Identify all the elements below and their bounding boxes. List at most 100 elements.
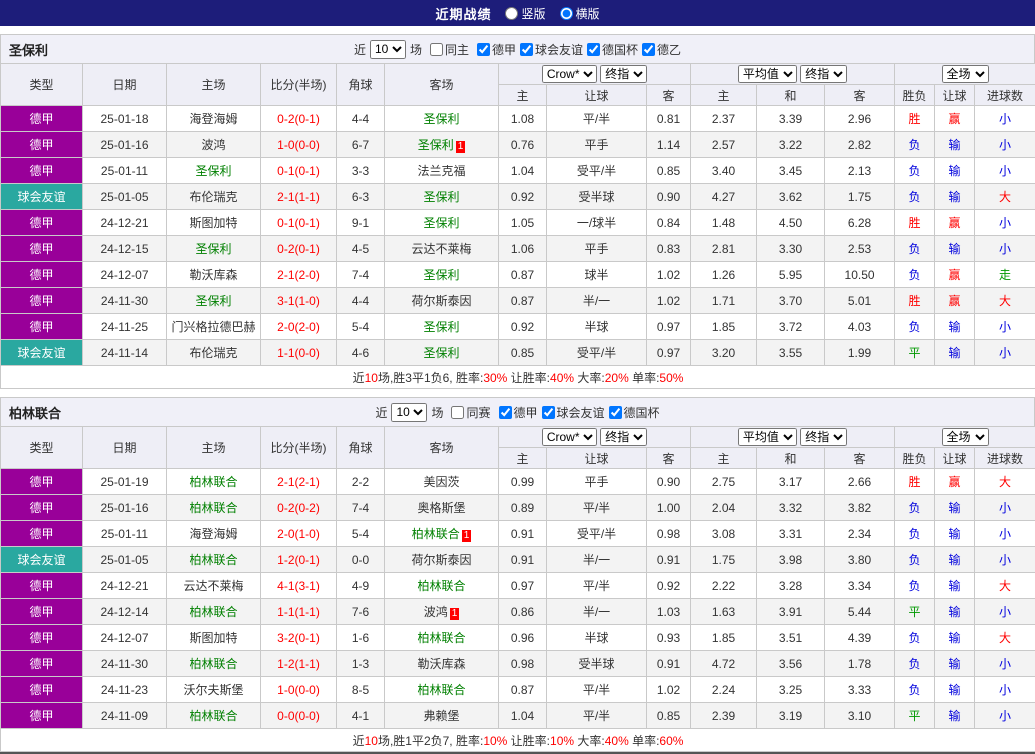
team-name: 海登海姆 xyxy=(189,112,237,126)
odds-handicap-cell: 受半球 xyxy=(547,651,647,677)
team-name: 勒沃库森 xyxy=(417,657,465,671)
league-filter-checkbox[interactable] xyxy=(542,406,555,419)
same-filter-checkbox[interactable] xyxy=(430,43,443,56)
layout-vertical-option[interactable]: 竖版 xyxy=(505,5,545,22)
layout-horizontal-option[interactable]: 横版 xyxy=(560,5,600,22)
date-cell: 25-01-19 xyxy=(83,469,167,495)
league-filter-checkbox[interactable] xyxy=(477,43,490,56)
avg-away-cell: 4.39 xyxy=(825,625,895,651)
score-cell: 3-2(0-1) xyxy=(261,625,337,651)
results-table: 类型 日期 主场 比分(半场) 角球 客场 Crow* 终指 平均值 终指 全场 xyxy=(0,63,1035,389)
league-filter-option[interactable]: 德乙 xyxy=(638,41,681,58)
recent-count-select[interactable]: 10 xyxy=(370,40,406,59)
score-cell: 0-2(0-2) xyxy=(261,495,337,521)
odds-stage-select[interactable]: 终指 xyxy=(600,428,647,446)
fulltime-select[interactable]: 全场 xyxy=(942,65,989,83)
same-filter[interactable]: 同赛 xyxy=(447,404,490,421)
layout-horizontal-radio[interactable] xyxy=(560,7,573,20)
team-name: 圣保利 xyxy=(423,112,459,126)
league-filter-checkbox[interactable] xyxy=(587,43,600,56)
home-team-cell: 圣保利 xyxy=(167,236,261,262)
league-cell: 球会友谊 xyxy=(1,340,83,366)
odds-stage-select[interactable]: 终指 xyxy=(600,65,647,83)
league-cell: 德甲 xyxy=(1,703,83,729)
odds-handicap-cell: 平手 xyxy=(547,469,647,495)
league-filter-option[interactable]: 球会友谊 xyxy=(538,404,605,421)
same-filter[interactable]: 同主 xyxy=(426,41,469,58)
sub-header-odds-handicap: 让球 xyxy=(547,448,647,469)
layout-vertical-radio[interactable] xyxy=(505,7,518,20)
team-name-heading: 圣保利 xyxy=(9,40,48,59)
home-team-cell: 柏林联合 xyxy=(167,599,261,625)
handicap-result-cell: 输 xyxy=(935,158,975,184)
odds-home-cell: 0.98 xyxy=(499,651,547,677)
avg-source-select[interactable]: 平均值 xyxy=(738,65,797,83)
date-cell: 25-01-16 xyxy=(83,132,167,158)
games-label: 场 xyxy=(431,404,443,421)
handicap-result-cell: 赢 xyxy=(935,469,975,495)
filter-bar: 近 10 场 同主 德甲球会友谊德国杯德乙 xyxy=(354,40,681,59)
avg-home-cell: 2.37 xyxy=(691,106,757,132)
handicap-result-cell: 输 xyxy=(935,495,975,521)
team-name: 美因茨 xyxy=(423,475,459,489)
odds-handicap-cell: 受平/半 xyxy=(547,340,647,366)
league-filter-checkbox[interactable] xyxy=(499,406,512,419)
fulltime-select[interactable]: 全场 xyxy=(942,428,989,446)
league-cell: 德甲 xyxy=(1,314,83,340)
avg-home-cell: 2.22 xyxy=(691,573,757,599)
away-team-cell: 云达不莱梅 xyxy=(385,236,499,262)
same-filter-checkbox[interactable] xyxy=(451,406,464,419)
team-name: 圣保利 xyxy=(423,216,459,230)
league-filter-checkbox[interactable] xyxy=(520,43,533,56)
match-row: 德甲25-01-16波鸿1-0(0-0)6-7圣保利10.76平手1.142.5… xyxy=(1,132,1035,158)
odds-company-select[interactable]: Crow* xyxy=(542,428,597,446)
avg-draw-cell: 3.62 xyxy=(757,184,825,210)
home-team-cell: 沃尔夫斯堡 xyxy=(167,677,261,703)
odds-handicap-cell: 受平/半 xyxy=(547,158,647,184)
league-filter-option[interactable]: 球会友谊 xyxy=(516,41,583,58)
odds-company-select[interactable]: Crow* xyxy=(542,65,597,83)
result-cell: 负 xyxy=(895,677,935,703)
league-filter-checkbox[interactable] xyxy=(642,43,655,56)
avg-stage-select[interactable]: 终指 xyxy=(800,65,847,83)
summary-segment: 40% xyxy=(550,371,574,385)
col-header-date: 日期 xyxy=(83,427,167,469)
layout-horizontal-label: 横版 xyxy=(576,5,600,22)
league-filter-checkbox[interactable] xyxy=(609,406,622,419)
avg-draw-cell: 3.30 xyxy=(757,236,825,262)
league-filter-option[interactable]: 德甲 xyxy=(473,41,516,58)
handicap-result-cell: 输 xyxy=(935,599,975,625)
team-name: 云达不莱梅 xyxy=(183,579,243,593)
avg-draw-cell: 3.25 xyxy=(757,677,825,703)
avg-home-cell: 1.85 xyxy=(691,625,757,651)
avg-draw-cell: 3.22 xyxy=(757,132,825,158)
sub-header-avg-draw: 和 xyxy=(757,85,825,106)
recent-count-select[interactable]: 10 xyxy=(391,403,427,422)
match-row: 德甲24-11-30圣保利3-1(1-0)4-4荷尔斯泰因0.87半/一1.02… xyxy=(1,288,1035,314)
near-label: 近 xyxy=(375,404,387,421)
score-cell: 0-1(0-1) xyxy=(261,210,337,236)
odds-group-header: Crow* 终指 xyxy=(499,64,691,85)
avg-source-select[interactable]: 平均值 xyxy=(738,428,797,446)
league-filters: 德甲球会友谊德国杯德乙 xyxy=(473,41,681,58)
league-filter-option[interactable]: 德国杯 xyxy=(605,404,660,421)
odds-away-cell: 0.93 xyxy=(647,625,691,651)
league-cell: 德甲 xyxy=(1,158,83,184)
score-cell: 1-1(1-1) xyxy=(261,599,337,625)
odds-home-cell: 0.96 xyxy=(499,625,547,651)
odds-away-cell: 0.97 xyxy=(647,314,691,340)
score-cell: 0-2(0-1) xyxy=(261,106,337,132)
col-header-away: 客场 xyxy=(385,64,499,106)
avg-away-cell: 3.80 xyxy=(825,547,895,573)
corner-cell: 7-6 xyxy=(337,599,385,625)
summary-segment: 20% xyxy=(605,371,629,385)
odds-handicap-cell: 平/半 xyxy=(547,703,647,729)
odds-away-cell: 0.91 xyxy=(647,547,691,573)
red-card-badge: 1 xyxy=(462,530,472,542)
summary-row: 近10场,胜3平1负6, 胜率:30% 让胜率:40% 大率:20% 单率:50… xyxy=(1,366,1035,389)
avg-stage-select[interactable]: 终指 xyxy=(800,428,847,446)
league-filter-option[interactable]: 德甲 xyxy=(495,404,538,421)
sub-header-avg-away: 客 xyxy=(825,85,895,106)
sub-header-avg-draw: 和 xyxy=(757,448,825,469)
league-filter-option[interactable]: 德国杯 xyxy=(583,41,638,58)
